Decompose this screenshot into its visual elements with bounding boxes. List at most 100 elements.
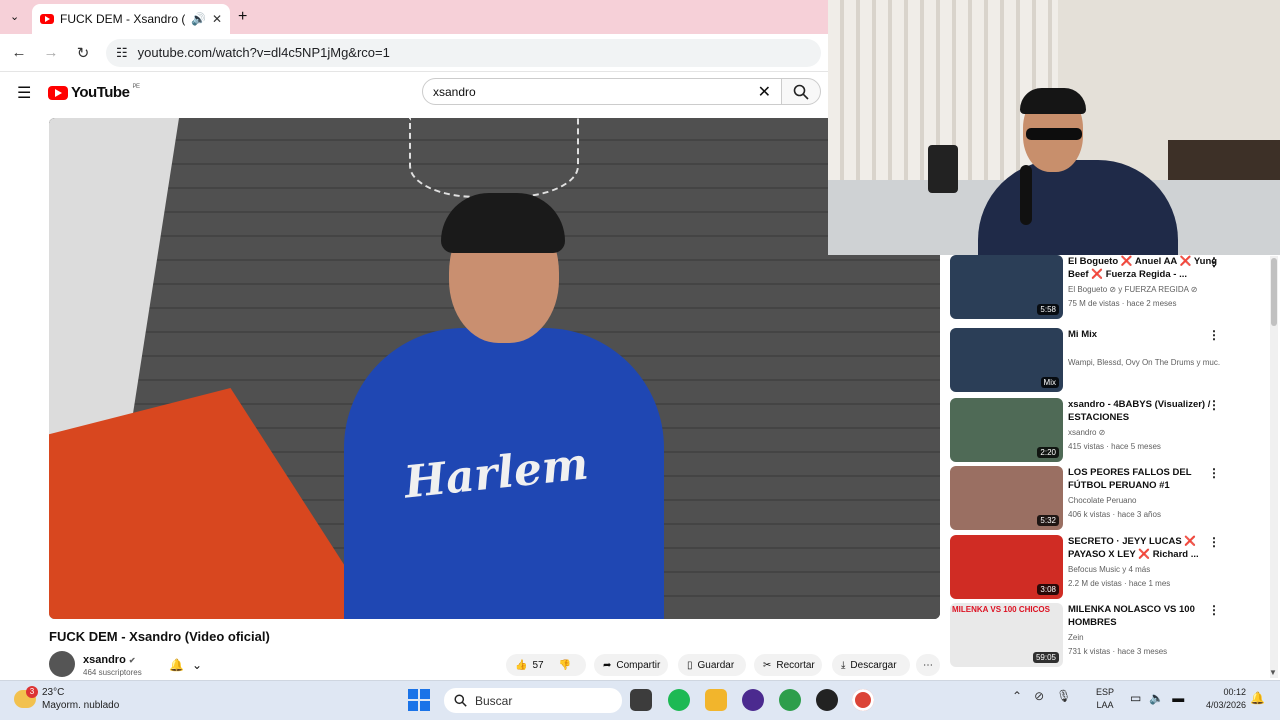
recommendation-title[interactable]: LOS PEORES FALLOS DEL FÚTBOL PERUANO #1 <box>1068 466 1220 492</box>
microphone-shape <box>1020 165 1032 225</box>
chrome-icon[interactable] <box>779 689 801 711</box>
recommendation-title[interactable]: El Bogueto ❌ Anuel AA ❌ Yung Beef ❌ Fuer… <box>1068 255 1220 281</box>
recommendation-channel[interactable]: Chocolate Peruano <box>1068 496 1220 505</box>
video-duration: 59:05 <box>1032 652 1059 663</box>
bookmark-icon: ▯ <box>687 659 693 671</box>
tab-list-chevron-icon[interactable]: ⌄ <box>10 10 19 23</box>
browser-tab[interactable]: FUCK DEM - Xsandro (Vide 🔊 ✕ <box>32 4 230 34</box>
browser-toolbar: ← → ↻ ☷ youtube.com/watch?v=dl4c5NP1jMg&… <box>0 34 828 72</box>
more-options-icon[interactable]: ⋮ <box>1208 255 1220 269</box>
file-explorer-icon[interactable] <box>705 689 727 711</box>
channel-avatar[interactable] <box>49 651 75 677</box>
task-view-icon[interactable] <box>630 689 652 711</box>
site-info-icon[interactable]: ☷ <box>116 45 128 61</box>
thumbs-up-icon[interactable]: 👍 <box>515 660 527 671</box>
taskbar-search-box[interactable]: Buscar <box>444 688 622 713</box>
app-circle-icon[interactable] <box>742 689 764 711</box>
tray-icons[interactable]: ▭ 🔈 ▬ <box>1130 691 1184 705</box>
weather-widget[interactable]: 3 23°C Mayorm. nublado <box>14 686 119 712</box>
more-options-icon[interactable]: ⋮ <box>1208 328 1220 342</box>
recommendation-channel[interactable]: xsandro ⊘ <box>1068 428 1220 437</box>
download-icon: ⤓ <box>841 659 846 671</box>
battery-icon: ▬ <box>1172 691 1185 705</box>
chrome-profile-icon[interactable] <box>816 689 838 711</box>
temperature: 23°C <box>42 687 65 698</box>
forward-arrow-icon[interactable]: → <box>42 44 60 61</box>
share-button[interactable]: ➦ Compartir <box>594 654 668 676</box>
language-indicator[interactable]: ESP LAA <box>1096 686 1114 712</box>
recommendation-channel[interactable]: Wampi, Blessd, Ovy On The Drums y muc... <box>1068 358 1220 367</box>
more-options-icon[interactable]: ⋮ <box>1208 603 1220 617</box>
clock[interactable]: 00:12 4/03/2026 <box>1200 686 1246 712</box>
more-dots-icon: ⋯ <box>923 659 933 671</box>
taskbar-search-placeholder: Buscar <box>475 693 513 708</box>
recommendation-thumbnail[interactable]: 5:58 <box>950 255 1063 319</box>
recommendation-thumbnail[interactable]: Mix <box>950 328 1063 392</box>
recommendation-thumbnail[interactable]: 3:08 <box>950 535 1063 599</box>
recommendation-item[interactable]: 5:58 El Bogueto ❌ Anuel AA ❌ Yung Beef ❌ … <box>950 255 1270 319</box>
scissors-icon: ✂ <box>763 659 772 671</box>
recommendation-item[interactable]: MILENKA VS 100 CHICOS 59:05 MILENKA NOLASC… <box>950 603 1270 667</box>
back-arrow-icon[interactable]: ← <box>10 44 28 61</box>
chrome-active-icon[interactable] <box>852 689 874 711</box>
recommendation-item[interactable]: 2:20 xsandro - 4BABYS (Visualizer) / ESTA… <box>950 398 1270 462</box>
windows-logo-pane <box>408 701 418 711</box>
recommendations-list: 5:58 El Bogueto ❌ Anuel AA ❌ Yung Beef ❌ … <box>950 255 1270 680</box>
channel-name[interactable]: xsandro ✔ <box>83 654 136 666</box>
scroll-down-arrow-icon[interactable]: ▼ <box>1269 668 1277 677</box>
thumbs-down-icon[interactable]: 👎 <box>559 660 571 671</box>
no-network-icon[interactable]: ⊘ <box>1034 689 1044 703</box>
hamburger-menu-icon[interactable]: ☰ <box>17 83 31 103</box>
speaker-icon[interactable]: 🔊 <box>191 12 206 26</box>
notification-icon[interactable]: 🔔 <box>1250 691 1265 705</box>
chevron-up-icon[interactable]: ⌃ <box>1012 689 1022 703</box>
recommendation-title[interactable]: MILENKA NOLASCO VS 100 HOMBRES <box>1068 603 1220 629</box>
more-options-icon[interactable]: ⋮ <box>1208 535 1220 549</box>
recommendation-thumbnail[interactable]: 5:32 <box>950 466 1063 530</box>
video-title: FUCK DEM - Xsandro (Video oficial) <box>49 629 270 644</box>
search-input[interactable]: xsandro ✕ <box>422 78 782 105</box>
close-tab-button[interactable]: ✕ <box>212 12 222 26</box>
more-options-icon[interactable]: ⋮ <box>1208 466 1220 480</box>
notification-bell-button[interactable]: 🔔 ⌄ <box>163 654 211 676</box>
like-dislike-group[interactable]: 👍 57 👎 <box>506 654 586 676</box>
more-actions-button[interactable]: ⋯ <box>916 654 940 676</box>
recommendation-thumbnail[interactable]: MILENKA VS 100 CHICOS 59:05 <box>950 603 1063 667</box>
new-tab-button[interactable]: + <box>238 8 247 26</box>
download-button[interactable]: ⤓ Descargar <box>832 654 910 676</box>
recommendation-channel[interactable]: Zein <box>1068 633 1220 642</box>
recommendation-item[interactable]: 5:32 LOS PEORES FALLOS DEL FÚTBOL PERUANO… <box>950 466 1270 530</box>
recommendation-meta: 2.2 M de vistas · hace 1 mes <box>1068 579 1171 588</box>
spotify-icon[interactable] <box>668 689 690 711</box>
address-bar[interactable]: ☷ youtube.com/watch?v=dl4c5NP1jMg&rco=1 <box>106 38 821 67</box>
logo-region: PE <box>132 84 140 90</box>
clear-search-icon[interactable]: ✕ <box>758 82 771 102</box>
scrollbar-thumb[interactable] <box>1271 258 1277 326</box>
recommendation-title[interactable]: xsandro - 4BABYS (Visualizer) / ESTACION… <box>1068 398 1220 424</box>
streamer-hair-shape <box>1020 88 1086 114</box>
recommendation-channel[interactable]: Befocus Music y 4 más <box>1068 565 1220 574</box>
recommendation-item[interactable]: 3:08 SECRETO · JEYY LUCAS ❌ PAYASO X LEY … <box>950 535 1270 599</box>
recommendation-item[interactable]: Mix Mi Mix Wampi, Blessd, Ovy On The Drums… <box>950 328 1270 392</box>
windows-logo-pane <box>420 689 430 699</box>
more-options-icon[interactable]: ⋮ <box>1208 398 1220 412</box>
reload-icon[interactable]: ↻ <box>74 44 92 62</box>
recommendation-thumbnail[interactable]: 2:20 <box>950 398 1063 462</box>
recommendation-channel[interactable]: El Bogueto ⊘ y FUERZA REGIDA ⊘ <box>1068 285 1220 294</box>
recommendation-meta: 731 k vistas · hace 3 meses <box>1068 647 1168 656</box>
youtube-logo[interactable]: YouTube PE <box>48 84 140 101</box>
recommendation-meta: 415 vistas · hace 5 meses <box>1068 442 1161 451</box>
video-duration: 5:32 <box>1037 515 1059 526</box>
save-button[interactable]: ▯ Guardar <box>678 654 746 676</box>
microphone-icon[interactable]: 🎙 <box>1056 689 1071 703</box>
keyboard-layout: LAA <box>1096 700 1114 710</box>
weather-badge: 3 <box>26 686 38 698</box>
save-label: Guardar <box>697 659 735 671</box>
start-button[interactable] <box>408 689 430 711</box>
search-button[interactable] <box>781 78 821 105</box>
recommendation-title[interactable]: SECRETO · JEYY LUCAS ❌ PAYASO X LEY ❌ Ri… <box>1068 535 1220 561</box>
recommendation-title[interactable]: Mi Mix <box>1068 328 1220 341</box>
clip-button[interactable]: ✂ Recortar <box>754 654 822 676</box>
video-player[interactable]: Harlem <box>49 118 940 619</box>
like-count: 57 <box>532 659 544 671</box>
